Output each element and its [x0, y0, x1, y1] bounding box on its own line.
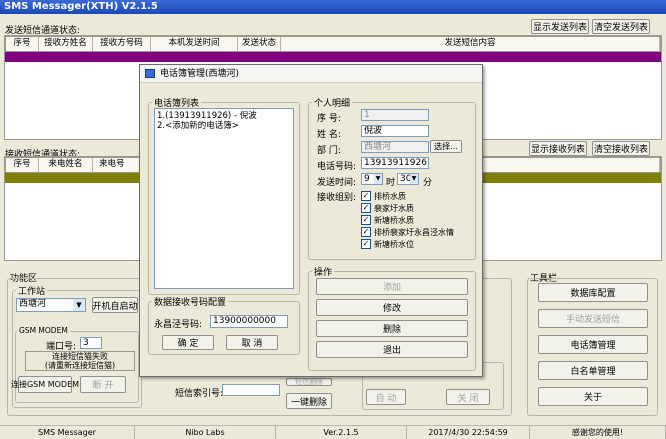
phone-label: 电话号码:: [317, 162, 357, 172]
minute-select[interactable]: 30 ▼: [397, 173, 419, 185]
col-header[interactable]: 发送状态: [238, 37, 281, 51]
col-header[interactable]: 来电姓名: [39, 158, 93, 172]
dept-label: 部 门:: [317, 146, 341, 156]
send-list-selected-row[interactable]: [5, 52, 661, 62]
dialog-title-bar: 电话簿管理(西塘河): [140, 65, 482, 83]
hour-value: 9: [364, 174, 370, 184]
clear-send-list-button[interactable]: 清空发送列表: [592, 19, 650, 34]
status-vendor: Nibo Labs: [135, 426, 276, 439]
group-option[interactable]: ✓ 排桥水质: [361, 190, 473, 202]
config-caption: 数据接收号码配置: [152, 295, 229, 308]
sms-index-label: 短信索引号:: [175, 389, 224, 399]
minute-unit: 分: [423, 178, 433, 188]
gsm-status-line1: 连接短信猫失败: [52, 352, 108, 361]
status-bar: SMS Messager Nibo Labs Ver.2.1.5 2017/4/…: [0, 425, 666, 439]
gsm-status-line2: (请重新连接短信猫): [44, 361, 116, 370]
status-version: Ver.2.1.5: [276, 426, 407, 439]
modify-button[interactable]: 修改: [316, 299, 468, 316]
db-config-button[interactable]: 数据库配置: [538, 283, 648, 302]
whitelist-button[interactable]: 白名单管理: [538, 361, 648, 380]
dialog-title: 电话簿管理(西塘河): [160, 69, 240, 79]
group-option[interactable]: ✓ 裴家圩水质: [361, 202, 473, 214]
status-datetime: 2017/4/30 22:54:59: [407, 426, 530, 439]
col-header[interactable]: 本机发送时间: [151, 37, 238, 51]
hour-select[interactable]: 9 ▼: [361, 173, 383, 185]
one-key-delete-button[interactable]: 一键删除: [286, 393, 332, 409]
col-header[interactable]: 序号: [6, 37, 39, 51]
checkbox[interactable]: ✓: [361, 191, 371, 201]
list-item[interactable]: 1.(13913911926) - 倪波: [157, 111, 291, 121]
chevron-down-icon[interactable]: ▼: [410, 174, 418, 184]
group-option-label: 排桥裴家圩永昌泾水情: [374, 227, 454, 237]
checkbox[interactable]: ✓: [361, 215, 371, 225]
yongchang-label: 永昌泾号码:: [154, 320, 203, 330]
ops-caption: 操作: [312, 265, 335, 278]
col-header[interactable]: 接收方号码: [93, 37, 151, 51]
hour-unit: 时: [386, 178, 396, 188]
station-select[interactable]: 西塘河 ▼: [16, 298, 86, 312]
group-option[interactable]: ✓ 排桥裴家圩永昌泾水情: [361, 226, 473, 238]
delete-button[interactable]: 删除: [316, 320, 468, 337]
close-button[interactable]: 关 闭: [446, 389, 490, 405]
app-title: SMS Messager(XTH) V2.1.5: [4, 1, 158, 12]
chevron-down-icon[interactable]: ▼: [374, 174, 382, 184]
list-item[interactable]: 2.<添加新的电话簿>: [157, 121, 291, 131]
checkbox[interactable]: ✓: [361, 239, 371, 249]
group-option[interactable]: ✓ 新塘桥水位: [361, 238, 473, 250]
checkbox[interactable]: ✓: [361, 227, 371, 237]
auto-button[interactable]: 自 动: [366, 389, 406, 405]
time-label: 发送时间:: [317, 178, 357, 188]
group-option-label: 新塘桥水位: [374, 239, 414, 249]
send-list-header: 序号 接收方姓名 接收方号码 本机发送时间 发送状态 发送短信内容: [5, 36, 661, 52]
connect-gsm-button[interactable]: 连接GSM MODEM: [11, 376, 79, 393]
manual-send-button[interactable]: 手动发送短信: [538, 309, 648, 328]
chevron-down-icon[interactable]: ▼: [73, 299, 85, 311]
phonebook-list[interactable]: 1.(13913911926) - 倪波 2.<添加新的电话簿>: [154, 108, 294, 289]
col-header[interactable]: 发送短信内容: [281, 37, 660, 51]
col-header[interactable]: 序号: [6, 158, 39, 172]
show-recv-list-button[interactable]: 显示接收列表: [529, 141, 587, 156]
yongchang-field[interactable]: 13900000000: [210, 315, 288, 328]
about-button[interactable]: 关于: [538, 387, 648, 406]
group-option-label: 新塘桥水质: [374, 215, 414, 225]
disconnect-button[interactable]: 断 开: [80, 376, 126, 393]
station-value: 西塘河: [19, 299, 47, 309]
checkbox[interactable]: ✓: [361, 203, 371, 213]
sms-index-field[interactable]: [222, 384, 280, 396]
group-option-label: 裴家圩水质: [374, 203, 414, 213]
phonebook-dialog: 电话簿管理(西塘河) 电话簿列表 1.(13913911926) - 倪波 2.…: [139, 64, 483, 377]
seq-field[interactable]: 1: [361, 109, 429, 121]
dept-field[interactable]: 西塘河: [361, 141, 429, 153]
auto-start-button[interactable]: 开机自启动: [92, 297, 138, 313]
select-button[interactable]: 选择...: [430, 140, 462, 153]
name-field[interactable]: 倪波: [361, 125, 429, 137]
sms-delete-button[interactable]: 短信删除: [286, 378, 332, 386]
phone-field[interactable]: 13913911926: [361, 157, 429, 169]
gsm-status-box: 连接短信猫失败 (请重新连接短信猫): [25, 351, 135, 371]
app-icon: [145, 69, 155, 78]
name-label: 姓 名:: [317, 130, 341, 140]
workstation-caption: 工作站: [16, 284, 48, 297]
exit-button[interactable]: 退出: [316, 341, 468, 358]
status-app: SMS Messager: [0, 426, 135, 439]
show-send-list-button[interactable]: 显示发送列表: [531, 19, 589, 34]
ok-button[interactable]: 确 定: [162, 335, 214, 350]
clear-recv-list-button[interactable]: 清空接收列表: [592, 141, 650, 156]
seq-label: 序 号:: [317, 114, 341, 124]
group-label: 接收组别:: [317, 193, 357, 203]
phonebook-button[interactable]: 电话簿管理: [538, 335, 648, 354]
port-field[interactable]: 3: [80, 337, 102, 349]
group-option-label: 排桥水质: [374, 191, 406, 201]
app-title-bar: SMS Messager(XTH) V2.1.5: [0, 0, 666, 14]
detail-caption: 个人明细: [312, 96, 353, 109]
status-thanks: 感谢您的使用!: [530, 426, 666, 439]
gsm-caption: GSM MODEM: [17, 326, 70, 335]
add-button[interactable]: 添加: [316, 278, 468, 295]
col-header[interactable]: 接收方姓名: [39, 37, 93, 51]
group-option[interactable]: ✓ 新塘桥水质: [361, 214, 473, 226]
cancel-button[interactable]: 取 消: [226, 335, 278, 350]
group-checklist: ✓ 排桥水质 ✓ 裴家圩水质 ✓ 新塘桥水质 ✓ 排桥裴家圩永昌泾水情 ✓ 新塘桥水位: [361, 190, 473, 250]
